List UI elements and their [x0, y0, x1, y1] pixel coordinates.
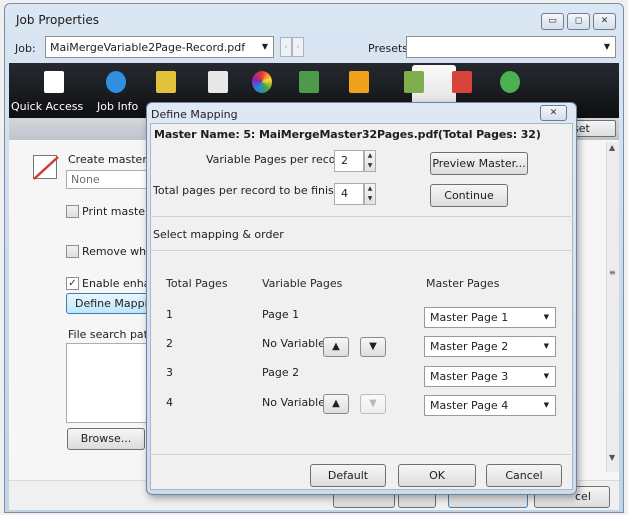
- move-up-button[interactable]: ▲: [323, 394, 349, 414]
- maximize-button[interactable]: ◻: [567, 13, 590, 30]
- chevron-down-icon: ▼: [261, 42, 268, 51]
- divider: [150, 216, 571, 217]
- window-title: Job Properties: [16, 13, 99, 27]
- spin-up-icon[interactable]: ▲: [365, 151, 375, 161]
- master-page-select[interactable]: Master Page 3 ▼: [424, 366, 556, 387]
- stamp-icon[interactable]: [452, 71, 472, 93]
- row-total-pages: 3: [166, 366, 173, 379]
- total-pages-label: Total pages per record to be finished:: [153, 184, 359, 197]
- master-name-heading: Master Name: 5: MaiMergeMaster32Pages.pd…: [154, 128, 541, 141]
- job-select-value: MaiMergeVariable2Page-Record.pdf: [50, 41, 246, 54]
- scroll-grip-icon[interactable]: ≡: [609, 268, 616, 277]
- check-icon[interactable]: [500, 71, 520, 93]
- column-header-variable-pages: Variable Pages: [262, 277, 343, 290]
- print-master-label: Print master: [82, 205, 150, 218]
- define-mapping-button[interactable]: Define Mappin: [66, 293, 150, 314]
- spin-down-icon[interactable]: ▼: [365, 194, 375, 204]
- toolbar-label-job-info[interactable]: Job Info: [97, 100, 138, 113]
- row-variable-page: Page 2: [262, 366, 300, 379]
- browse-button[interactable]: Browse...: [67, 428, 145, 450]
- chevron-down-icon: ▼: [543, 342, 549, 350]
- select-mapping-label: Select mapping & order: [153, 228, 284, 241]
- variable-pages-label: Variable Pages per record:: [206, 153, 351, 166]
- no-master-icon: [33, 156, 59, 180]
- spin-down-icon[interactable]: ▼: [365, 161, 375, 171]
- job-label: Job:: [15, 42, 36, 55]
- row-total-pages: 4: [166, 396, 173, 409]
- column-header-total-pages: Total Pages: [166, 277, 228, 290]
- chevron-down-icon: ▼: [543, 313, 549, 321]
- row-variable-page: Page 1: [262, 308, 300, 321]
- next-job-button[interactable]: ›: [292, 37, 304, 57]
- info-icon[interactable]: [106, 71, 126, 93]
- remove-white-checkbox[interactable]: [66, 245, 79, 258]
- chevron-down-icon: ▼: [603, 42, 610, 51]
- default-button[interactable]: Default: [310, 464, 386, 487]
- row-total-pages: 1: [166, 308, 173, 321]
- row-variable-page: No Variable: [262, 337, 325, 350]
- chevron-down-icon: ▼: [543, 401, 549, 409]
- scroll-up-icon[interactable]: ▲: [609, 143, 615, 152]
- scrollbar[interactable]: [606, 142, 619, 472]
- move-down-button[interactable]: ▼: [360, 394, 386, 414]
- variable-pages-input[interactable]: 2: [334, 150, 364, 172]
- previous-job-button[interactable]: ‹: [280, 37, 292, 57]
- book-icon[interactable]: [349, 71, 369, 93]
- continue-button[interactable]: Continue: [430, 184, 508, 207]
- row-variable-page: No Variable: [262, 396, 325, 409]
- preview-master-button[interactable]: Preview Master...: [430, 152, 528, 175]
- divider: [150, 454, 571, 455]
- quick-access-icon[interactable]: [44, 71, 64, 93]
- enable-enhance-checkbox[interactable]: ✓: [66, 277, 79, 290]
- cancel-button[interactable]: Cancel: [486, 464, 562, 487]
- create-master-field[interactable]: None: [66, 170, 150, 189]
- image-icon[interactable]: [299, 71, 319, 93]
- create-master-label: Create master:: [68, 153, 151, 166]
- file-search-path-list[interactable]: [66, 343, 150, 423]
- stack-icon[interactable]: [156, 71, 176, 93]
- master-page-select-value: Master Page 3: [430, 370, 509, 383]
- total-pages-spinner[interactable]: ▲ ▼: [364, 183, 376, 205]
- variable-pages-spinner[interactable]: ▲ ▼: [364, 150, 376, 172]
- close-window-button[interactable]: ✕: [593, 13, 616, 30]
- color-wheel-icon[interactable]: [252, 71, 272, 93]
- master-page-select-value: Master Page 1: [430, 311, 509, 324]
- master-page-select[interactable]: Master Page 4 ▼: [424, 395, 556, 416]
- toolbar-label-quick-access[interactable]: Quick Access: [11, 100, 83, 113]
- presets-select[interactable]: ▼: [406, 36, 616, 58]
- job-select[interactable]: MaiMergeVariable2Page-Record.pdf ▼: [45, 36, 274, 58]
- scroll-down-icon[interactable]: ▼: [609, 453, 615, 462]
- total-pages-input[interactable]: 4: [334, 183, 364, 205]
- divider: [150, 250, 571, 251]
- minimize-button[interactable]: ▭: [541, 13, 564, 30]
- dialog-close-button[interactable]: ✕: [540, 105, 567, 121]
- master-page-select-value: Master Page 2: [430, 340, 509, 353]
- column-header-master-pages: Master Pages: [426, 277, 500, 290]
- variable-data-icon[interactable]: [404, 71, 424, 93]
- spin-up-icon[interactable]: ▲: [365, 184, 375, 194]
- master-page-select[interactable]: Master Page 2 ▼: [424, 336, 556, 357]
- dialog-title: Define Mapping: [151, 108, 238, 121]
- master-page-select-value: Master Page 4: [430, 399, 509, 412]
- ok-button[interactable]: OK: [398, 464, 476, 487]
- document-icon[interactable]: [208, 71, 228, 93]
- print-master-checkbox[interactable]: [66, 205, 79, 218]
- master-page-select[interactable]: Master Page 1 ▼: [424, 307, 556, 328]
- move-down-button[interactable]: ▼: [360, 337, 386, 357]
- move-up-button[interactable]: ▲: [323, 337, 349, 357]
- chevron-down-icon: ▼: [543, 372, 549, 380]
- row-total-pages: 2: [166, 337, 173, 350]
